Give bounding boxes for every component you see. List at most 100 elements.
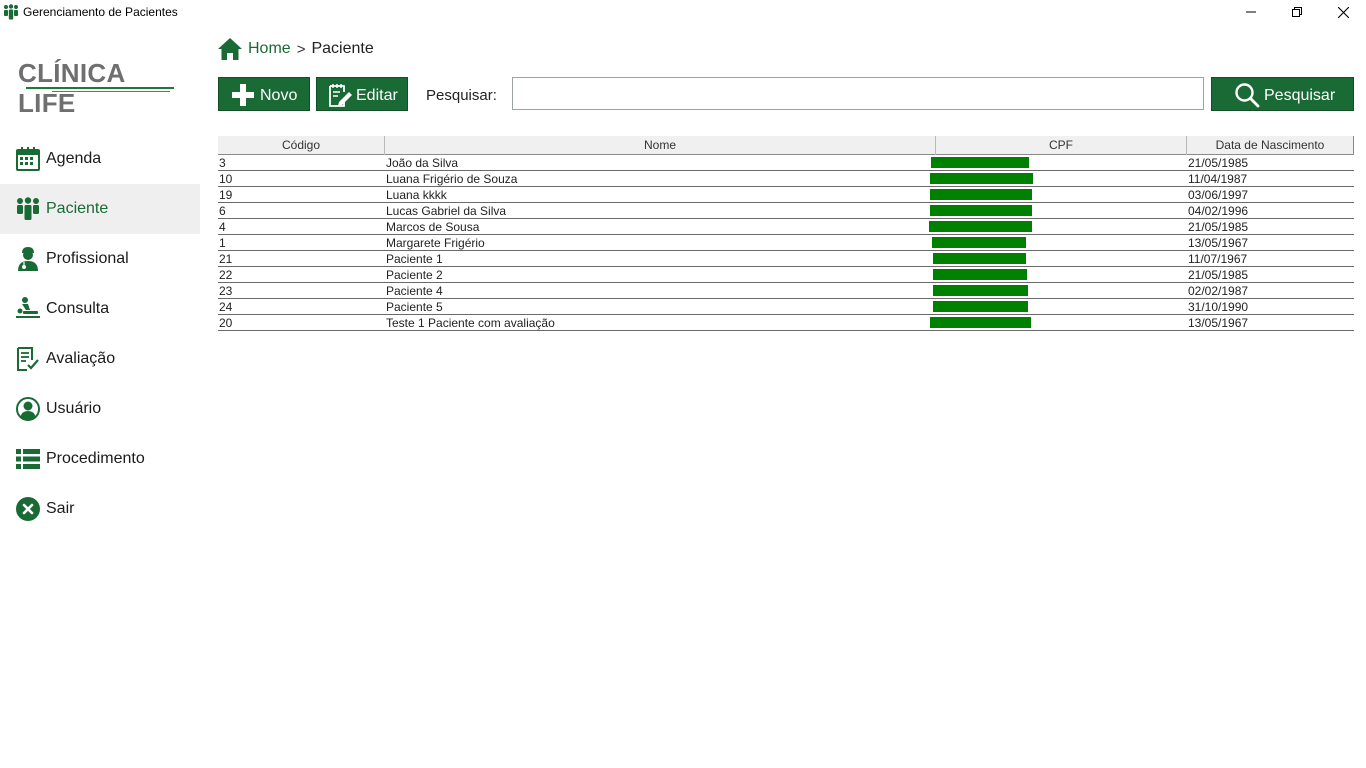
cell-codigo: 6 (219, 204, 226, 218)
cell-cpf-masked (932, 237, 1026, 248)
cell-nome: Paciente 2 (386, 268, 443, 282)
cell-codigo: 23 (219, 284, 233, 298)
table-row[interactable]: 3 João da Silva 21/05/1985 (218, 155, 1354, 171)
cell-nome: Teste 1 Paciente com avaliação (386, 316, 555, 330)
window-title: Gerenciamento de Pacientes (23, 5, 178, 19)
cell-data-nascimento: 21/05/1985 (1188, 156, 1249, 170)
cell-data-nascimento: 11/07/1967 (1188, 252, 1248, 266)
close-button[interactable] (1320, 0, 1366, 24)
logo-underline (26, 87, 174, 89)
cell-codigo: 1 (219, 236, 226, 250)
table-row[interactable]: 19 Luana kkkk 03/06/1997 (218, 187, 1354, 203)
cell-cpf-masked (933, 253, 1026, 264)
logo-underline-secondary (52, 91, 170, 92)
user-circle-icon (16, 397, 40, 421)
sidebar-item-profissional[interactable]: Profissional (0, 234, 200, 284)
cell-cpf-masked (933, 285, 1028, 296)
table-row[interactable]: 4 Marcos de Sousa 21/05/1985 (218, 219, 1354, 235)
calendar-icon (16, 147, 40, 171)
cell-nome: João da Silva (386, 156, 459, 170)
edit-button[interactable]: Editar (316, 77, 408, 111)
patients-table: Código Nome CPF Data de Nascimento 3 João… (218, 136, 1354, 331)
cell-cpf-masked (930, 205, 1032, 216)
sidebar-item-sair[interactable]: Sair (0, 484, 200, 534)
cell-codigo: 24 (219, 300, 233, 314)
table-row[interactable]: 24 Paciente 5 31/10/1990 (218, 299, 1354, 315)
sidebar-item-label: Paciente (46, 200, 109, 217)
home-icon[interactable] (218, 38, 242, 60)
cell-nome: Paciente 1 (386, 252, 443, 266)
table-row[interactable]: 20 Teste 1 Paciente com avaliação 13/05/19… (218, 315, 1354, 331)
cell-data-nascimento: 03/06/1997 (1188, 188, 1249, 202)
sidebar-menu: Agenda Paciente Profissional Consulta Av… (0, 134, 200, 534)
sidebar-item-label: Usuário (46, 400, 102, 417)
sidebar-item-consulta[interactable]: Consulta (0, 284, 200, 334)
breadcrumb-home-link[interactable]: Home (248, 40, 291, 58)
new-button-label: Novo (260, 87, 298, 104)
cell-nome: Lucas Gabriel da Silva (386, 204, 507, 218)
table-row[interactable]: 1 Margarete Frigério 13/05/1967 (218, 235, 1354, 251)
table-row[interactable]: 10 Luana Frigério de Souza 11/04/1987 (218, 171, 1354, 187)
cell-cpf-masked (930, 317, 1031, 328)
sidebar-item-label: Agenda (46, 150, 102, 167)
table-row[interactable]: 6 Lucas Gabriel da Silva 04/02/1996 (218, 203, 1354, 219)
sidebar-item-paciente[interactable]: Paciente (0, 184, 200, 234)
search-button[interactable]: Pesquisar (1211, 77, 1354, 111)
cell-cpf-masked (929, 221, 1032, 232)
restore-icon (1292, 7, 1302, 17)
people-icon (3, 4, 19, 20)
cell-data-nascimento: 13/05/1967 (1188, 236, 1249, 250)
edit-document-icon (328, 83, 352, 107)
clinic-logo: CLÍNICA LIFE (18, 58, 186, 118)
doctor-icon (16, 247, 40, 271)
cell-nome: Margarete Frigério (386, 236, 485, 250)
breadcrumb-separator: > (296, 40, 306, 58)
sidebar-item-procedimento[interactable]: Procedimento (0, 434, 200, 484)
cell-codigo: 20 (219, 316, 233, 330)
sidebar-item-avaliacao[interactable]: Avaliação (0, 334, 200, 384)
cell-data-nascimento: 11/04/1987 (1188, 172, 1248, 186)
sidebar-item-usuario[interactable]: Usuário (0, 384, 200, 434)
cell-nome: Marcos de Sousa (386, 220, 480, 234)
cell-cpf-masked (933, 269, 1027, 280)
cell-data-nascimento: 21/05/1985 (1188, 220, 1249, 234)
cell-data-nascimento: 02/02/1987 (1188, 284, 1249, 298)
sidebar-item-agenda[interactable]: Agenda (0, 134, 200, 184)
massage-icon (16, 297, 40, 321)
search-button-label: Pesquisar (1264, 87, 1336, 104)
close-circle-icon (16, 497, 40, 521)
breadcrumb: Home > Paciente (218, 37, 374, 61)
cell-codigo: 10 (219, 172, 233, 186)
cell-nome: Paciente 5 (386, 300, 443, 314)
search-input[interactable] (512, 77, 1204, 110)
list-icon (16, 447, 40, 471)
column-header-codigo[interactable]: Código (218, 136, 385, 155)
cell-nome: Paciente 4 (386, 284, 443, 298)
cell-cpf-masked (933, 301, 1028, 312)
sidebar-item-label: Sair (46, 500, 75, 517)
title-bar: Gerenciamento de Pacientes (0, 0, 1366, 24)
cell-data-nascimento: 04/02/1996 (1188, 204, 1249, 218)
search-label: Pesquisar: (426, 87, 497, 104)
table-row[interactable]: 23 Paciente 4 02/02/1987 (218, 283, 1354, 299)
restore-button[interactable] (1274, 0, 1320, 24)
cell-codigo: 22 (219, 268, 233, 282)
cell-cpf-masked (930, 189, 1032, 200)
new-button[interactable]: Novo (218, 77, 310, 111)
column-header-nome[interactable]: Nome (385, 136, 936, 155)
column-header-cpf[interactable]: CPF (936, 136, 1187, 155)
table-row[interactable]: 22 Paciente 2 21/05/1985 (218, 267, 1354, 283)
cell-codigo: 21 (219, 252, 233, 266)
table-header: Código Nome CPF Data de Nascimento (218, 136, 1354, 155)
breadcrumb-current: Paciente (311, 40, 374, 57)
sidebar-item-label: Profissional (46, 250, 129, 267)
column-header-data-nascimento[interactable]: Data de Nascimento (1187, 136, 1354, 155)
edit-button-label: Editar (356, 87, 398, 104)
minimize-button[interactable] (1228, 0, 1274, 24)
table-row[interactable]: 21 Paciente 1 11/07/1967 (218, 251, 1354, 267)
sidebar-item-label: Avaliação (46, 350, 116, 367)
cell-nome: Luana kkkk (386, 188, 447, 202)
search-icon (1234, 82, 1260, 108)
sidebar-item-label: Consulta (46, 300, 110, 317)
close-icon (1337, 6, 1349, 18)
